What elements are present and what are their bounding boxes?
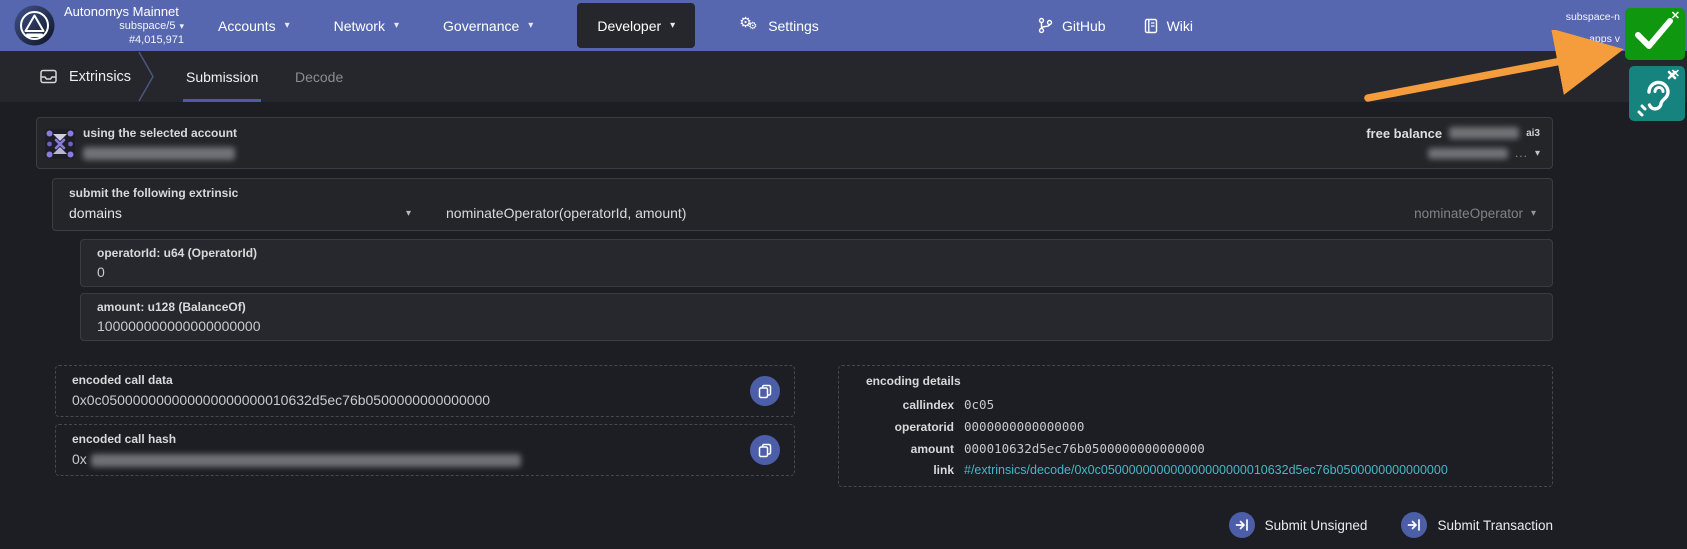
block-number: #4,015,971 — [128, 34, 184, 46]
external-links: GitHub Wiki — [1038, 0, 1193, 51]
extrinsic-field-label: submit the following extrinsic — [69, 186, 239, 200]
sign-in-icon — [1401, 512, 1428, 538]
encoded-call-hash-label: encoded call hash — [72, 432, 177, 446]
book-icon — [1144, 18, 1157, 33]
balance-ellipsis: ... — [1514, 146, 1528, 160]
submit-unsigned-button[interactable]: Submit Unsigned — [1228, 512, 1367, 538]
param-amount-input[interactable]: amount: u128 (BalanceOf) 100000000000000… — [80, 293, 1553, 341]
account-name-redacted — [83, 147, 235, 160]
account-selector[interactable]: using the selected account free balance … — [36, 117, 1553, 169]
tab-decode[interactable]: Decode — [292, 51, 346, 102]
copy-call-hash-button[interactable] — [750, 435, 780, 465]
gear-icon: ⚙ ⚙ — [739, 13, 758, 32]
encoding-details-panel: encoding details callindex 0c05 operator… — [838, 365, 1553, 487]
encoded-call-data-label: encoded call data — [72, 373, 173, 387]
param-operator-label: operatorId: u64 (OperatorId) — [97, 246, 258, 260]
method-signature: nominateOperator(operatorId, amount) — [446, 205, 687, 221]
copy-icon — [758, 443, 772, 457]
free-balance-label: free balance — [1366, 125, 1443, 141]
submit-actions: Submit Unsigned Submit Transaction — [1228, 512, 1553, 538]
chevron-down-icon: ▾ — [1530, 208, 1536, 219]
node-name: subspace-n — [1565, 11, 1620, 23]
close-icon[interactable]: ✕ — [1671, 67, 1680, 80]
encoding-row-amount: amount 000010632d5ec76b0500000000000000 — [910, 441, 1205, 456]
chain-selector[interactable]: subspace/5 ▾ — [64, 19, 184, 33]
git-branch-icon — [1038, 17, 1053, 34]
param-amount-label: amount: u128 (BalanceOf) — [97, 300, 246, 314]
account-identicon — [45, 129, 75, 159]
encoding-row-callindex: callindex 0c05 — [902, 397, 995, 412]
param-operator-value[interactable]: 0 — [97, 264, 105, 280]
menu-developer[interactable]: Developer ▾ — [577, 3, 696, 48]
encoding-row-link: link #/extrinsics/decode/0x0c05000000000… — [933, 463, 1448, 477]
tab-bar: Extrinsics Submission Decode — [0, 51, 1687, 102]
accessibility-toast-button[interactable]: ✕ — [1629, 66, 1685, 121]
wiki-link[interactable]: Wiki — [1144, 18, 1193, 34]
method-dropdown[interactable]: nominateOperator ▾ — [1414, 206, 1536, 221]
extrinsics-icon — [40, 69, 57, 84]
chevron-down-icon[interactable]: ▾ — [406, 208, 411, 219]
balance-unit: ai3 — [1526, 127, 1540, 139]
param-operator-id-input[interactable]: operatorId: u64 (OperatorId) 0 — [80, 239, 1553, 287]
active-tab-underline — [183, 99, 262, 102]
network-title: Autonomys Mainnet — [64, 4, 179, 19]
apps-version: apps v — [1589, 33, 1620, 45]
brand: Autonomys Mainnet subspace/5 ▾ #4,015,971 — [64, 4, 184, 47]
copy-call-data-button[interactable] — [750, 376, 780, 406]
chevron-down-icon: ▾ — [179, 21, 184, 31]
menu-accounts[interactable]: Accounts ▾ — [218, 18, 290, 34]
encoded-call-data-value: 0x0c050000000000000000000010632d5ec76b05… — [72, 392, 491, 408]
tab-submission[interactable]: Submission — [183, 51, 262, 102]
submit-transaction-button[interactable]: Submit Transaction — [1401, 512, 1553, 538]
balance-block: free balance ai3 ... ▾ — [1366, 123, 1540, 163]
section-extrinsics: Extrinsics — [40, 51, 131, 102]
github-link[interactable]: GitHub — [1038, 17, 1106, 34]
encoding-details-title: encoding details — [866, 374, 961, 388]
encoded-call-hash-row: encoded call hash 0x — [55, 424, 795, 476]
menu-settings[interactable]: ⚙ ⚙ Settings — [739, 13, 819, 36]
encoded-call-data-row: encoded call data 0x0c050000000000000000… — [55, 365, 795, 417]
balance-detail-redacted — [1427, 147, 1508, 159]
app-root: Autonomys Mainnet subspace/5 ▾ #4,015,971… — [0, 0, 1687, 549]
close-icon[interactable]: ✕ — [1671, 9, 1680, 22]
encoding-row-operatorid: operatorid 0000000000000000 — [894, 419, 1085, 434]
param-amount-value[interactable]: 100000000000000000000 — [97, 318, 261, 334]
copy-icon — [758, 384, 772, 398]
chevron-down-icon[interactable]: ▾ — [1535, 148, 1540, 159]
balance-value-redacted — [1449, 127, 1520, 139]
account-field-label: using the selected account — [83, 126, 238, 140]
node-version-info: subspace-n apps v — [1566, 6, 1620, 50]
menu-governance[interactable]: Governance ▾ — [443, 18, 533, 34]
section-label: Extrinsics — [69, 68, 132, 85]
decode-link[interactable]: #/extrinsics/decode/0x0c0500000000000000… — [964, 463, 1448, 477]
breadcrumb-chevron-icon — [138, 51, 154, 102]
sign-in-icon — [1228, 512, 1255, 538]
chevron-down-icon: ▾ — [528, 20, 534, 31]
top-nav: Autonomys Mainnet subspace/5 ▾ #4,015,971… — [0, 0, 1687, 51]
call-hash-redacted — [90, 453, 521, 467]
autonomys-logo-icon — [14, 5, 55, 46]
extrinsic-section: submit the following extrinsic domains ▾… — [52, 178, 1553, 231]
chevron-down-icon: ▾ — [393, 20, 400, 31]
chevron-down-icon: ▾ — [284, 20, 290, 31]
menu-network[interactable]: Network ▾ — [334, 18, 399, 34]
pallet-dropdown[interactable]: domains — [69, 205, 122, 221]
main-menu: Accounts ▾ Network ▾ Governance ▾ Developer… — [218, 0, 819, 51]
chevron-down-icon: ▾ — [670, 20, 676, 31]
success-toast-button[interactable]: ✕ — [1625, 8, 1685, 60]
encoded-call-hash-value: 0x — [72, 451, 521, 467]
